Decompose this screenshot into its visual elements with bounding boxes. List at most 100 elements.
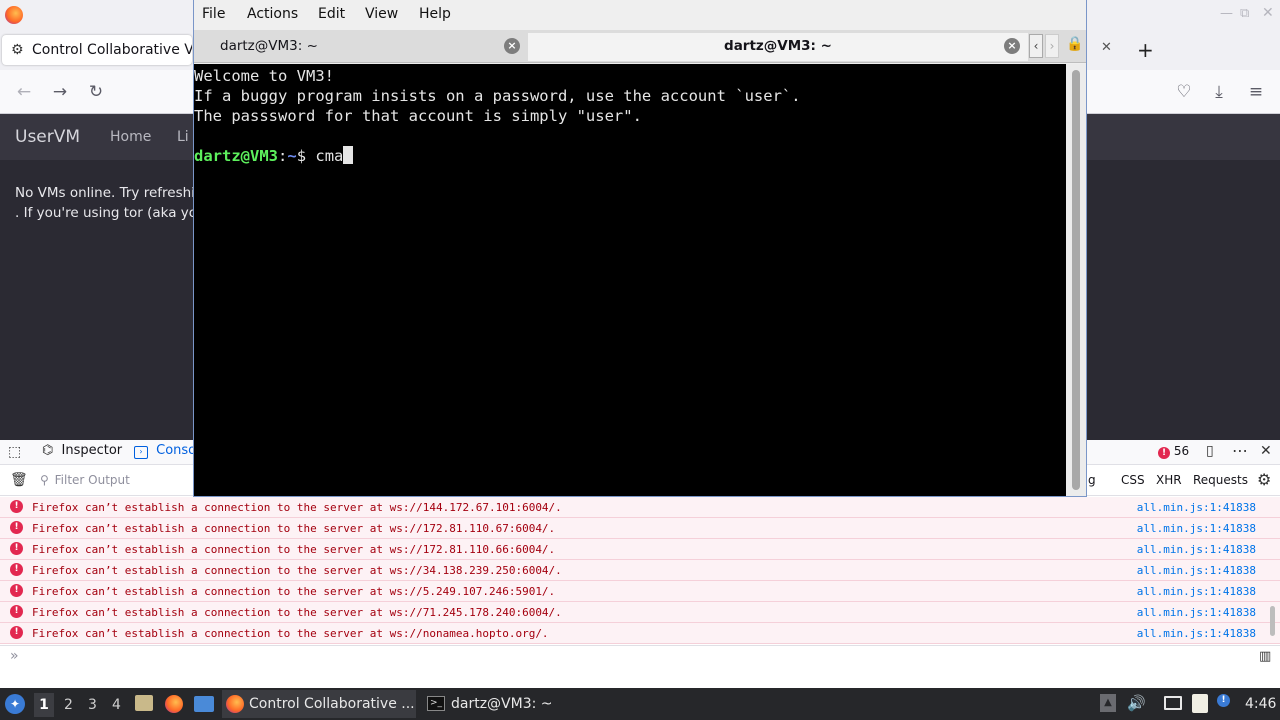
log-row: ! Firefox can’t establish a connection to… [0, 581, 1280, 602]
log-source-link[interactable]: all.min.js:1:41838 [1137, 501, 1256, 514]
terminal-line: Welcome to VM3! [194, 67, 334, 85]
tab-close-icon[interactable]: × [504, 38, 520, 54]
task-label: dartz@VM3: ~ [451, 696, 553, 712]
log-source-link[interactable]: all.min.js:1:41838 [1137, 585, 1256, 598]
reload-icon[interactable]: ↻ [84, 82, 108, 102]
new-tab-icon[interactable]: + [1137, 38, 1154, 62]
error-icon: ! [10, 521, 23, 534]
element-picker-icon[interactable]: ⬚ [8, 444, 21, 460]
tab-scroll-right-icon[interactable]: › [1045, 34, 1059, 58]
log-message: Firefox can’t establish a connection to … [32, 564, 562, 577]
log-source-link[interactable]: all.min.js:1:41838 [1137, 606, 1256, 619]
page-message-line2: . If you're using tor (aka you c [15, 205, 218, 221]
task-firefox[interactable]: Control Collaborative ... [222, 690, 416, 718]
clock[interactable]: 4:46 [1245, 696, 1276, 712]
tab-console[interactable]: › Conso [134, 443, 196, 459]
editor-mode-icon[interactable]: ▥ [1259, 649, 1271, 664]
forward-icon[interactable]: → [48, 82, 72, 102]
error-count-badge[interactable]: ! 56 [1158, 444, 1189, 459]
minimize-icon[interactable]: — [1220, 6, 1233, 21]
terminal-line: If a buggy program insists on a password… [194, 87, 801, 105]
workspace-1[interactable]: 1 [34, 693, 54, 717]
log-source-link[interactable]: all.min.js:1:41838 [1137, 627, 1256, 640]
task-label: Control Collaborative ... [249, 696, 415, 712]
menu-edit[interactable]: Edit [318, 6, 345, 22]
tab-scroll-left-icon[interactable]: ‹ [1029, 34, 1043, 58]
tray-eject-icon[interactable]: ▲ [1100, 694, 1116, 712]
firefox-tab-active[interactable]: ⚙ Control Collaborative Vi [2, 35, 192, 65]
error-icon: ! [10, 542, 23, 555]
restore-icon[interactable]: ⧉ [1240, 6, 1249, 21]
terminal-output[interactable]: Welcome to VM3! If a buggy program insis… [194, 64, 1066, 496]
error-count: 56 [1173, 444, 1190, 458]
terminal-icon: >_ [427, 696, 445, 711]
lock-icon[interactable]: 🔒 [1066, 36, 1083, 52]
firefox-icon [5, 6, 23, 24]
menu-view[interactable]: View [365, 6, 398, 22]
tab-inspector[interactable]: ⌬ Inspector [42, 443, 122, 458]
trash-icon[interactable]: 🗑 [10, 472, 28, 488]
console-settings-icon[interactable]: ⚙ [1257, 470, 1271, 489]
console-scrollbar[interactable] [1270, 606, 1275, 636]
desktop-launcher-icon[interactable] [194, 696, 214, 712]
tray-clipboard-icon[interactable] [1192, 694, 1208, 713]
workspace-4[interactable]: 4 [112, 697, 121, 713]
error-icon: ! [10, 584, 23, 597]
terminal-line: The passsword for that account is simply… [194, 107, 642, 125]
filter-input[interactable]: ⚲ Filter Output [40, 473, 180, 487]
firefox-icon [226, 695, 244, 713]
filter-xhr[interactable]: XHR [1156, 473, 1182, 487]
error-icon: ! [10, 500, 23, 513]
tray-notification-icon[interactable]: ! [1217, 694, 1230, 707]
task-terminal[interactable]: >_ dartz@VM3: ~ [424, 690, 584, 718]
log-message: Firefox can’t establish a connection to … [32, 543, 556, 556]
site-brand[interactable]: UserVM [15, 127, 80, 147]
menu-actions[interactable]: Actions [247, 6, 298, 22]
console-input[interactable]: » ▥ [0, 645, 1280, 669]
log-row: ! Firefox can’t establish a connection to… [0, 560, 1280, 581]
taskbar: ✦ [0, 688, 1280, 720]
tab-title: Control Collaborative Vi [32, 42, 192, 58]
file-manager-launcher-icon[interactable] [135, 695, 153, 711]
terminal-tab-2[interactable]: dartz@VM3: ~ × [528, 33, 1028, 61]
prompt-path: ~ [287, 147, 297, 165]
filter-partial[interactable]: g [1088, 473, 1096, 487]
close-window-icon[interactable]: ✕ [1262, 5, 1274, 21]
tab-close-icon[interactable]: × [1004, 38, 1020, 54]
nav-link-home[interactable]: Home [110, 129, 151, 145]
page-message-line1: No VMs online. Try refreshin [15, 185, 204, 201]
filter-css[interactable]: CSS [1121, 473, 1145, 487]
log-row: ! Firefox can’t establish a connection to… [0, 518, 1280, 539]
pocket-icon[interactable]: ♡ [1172, 82, 1196, 102]
log-source-link[interactable]: all.min.js:1:41838 [1137, 543, 1256, 556]
downloads-icon[interactable]: ⤓ [1207, 82, 1231, 102]
workspace-3[interactable]: 3 [88, 697, 97, 713]
log-row: ! Firefox can’t establish a connection to… [0, 539, 1280, 560]
log-source-link[interactable]: all.min.js:1:41838 [1137, 522, 1256, 535]
log-message: Firefox can’t establish a connection to … [32, 522, 556, 535]
log-source-link[interactable]: all.min.js:1:41838 [1137, 564, 1256, 577]
console-prompt-icon: » [10, 648, 19, 664]
tab-close-icon[interactable]: ✕ [1101, 40, 1112, 55]
terminal-tab-1[interactable]: dartz@VM3: ~ × [196, 33, 526, 61]
back-icon[interactable]: ← [12, 82, 36, 102]
nav-link-partial[interactable]: Li [177, 129, 189, 145]
filter-requests[interactable]: Requests [1193, 473, 1248, 487]
workspace-2[interactable]: 2 [64, 697, 73, 713]
log-row: ! Firefox can’t establish a connection to… [0, 602, 1280, 623]
devtools-close-icon[interactable]: ✕ [1260, 443, 1272, 459]
log-row: ! Firefox can’t establish a connection to… [0, 497, 1280, 518]
menu-icon[interactable]: ≡ [1244, 82, 1268, 102]
tray-network-icon[interactable] [1164, 696, 1182, 710]
tray-volume-icon[interactable]: 🔊 [1127, 694, 1146, 712]
menu-help[interactable]: Help [419, 6, 451, 22]
menu-file[interactable]: File [202, 6, 225, 22]
terminal-scroll-thumb[interactable] [1072, 70, 1080, 490]
firefox-launcher-icon[interactable] [165, 695, 183, 713]
prompt-symbol: $ [296, 147, 316, 165]
start-menu-icon[interactable]: ✦ [5, 694, 25, 714]
terminal-tab-label: dartz@VM3: ~ [724, 38, 832, 54]
error-icon: ! [1158, 447, 1170, 459]
devtools-more-icon[interactable]: ⋯ [1232, 441, 1248, 460]
dock-icon[interactable]: ▯ [1206, 443, 1214, 459]
